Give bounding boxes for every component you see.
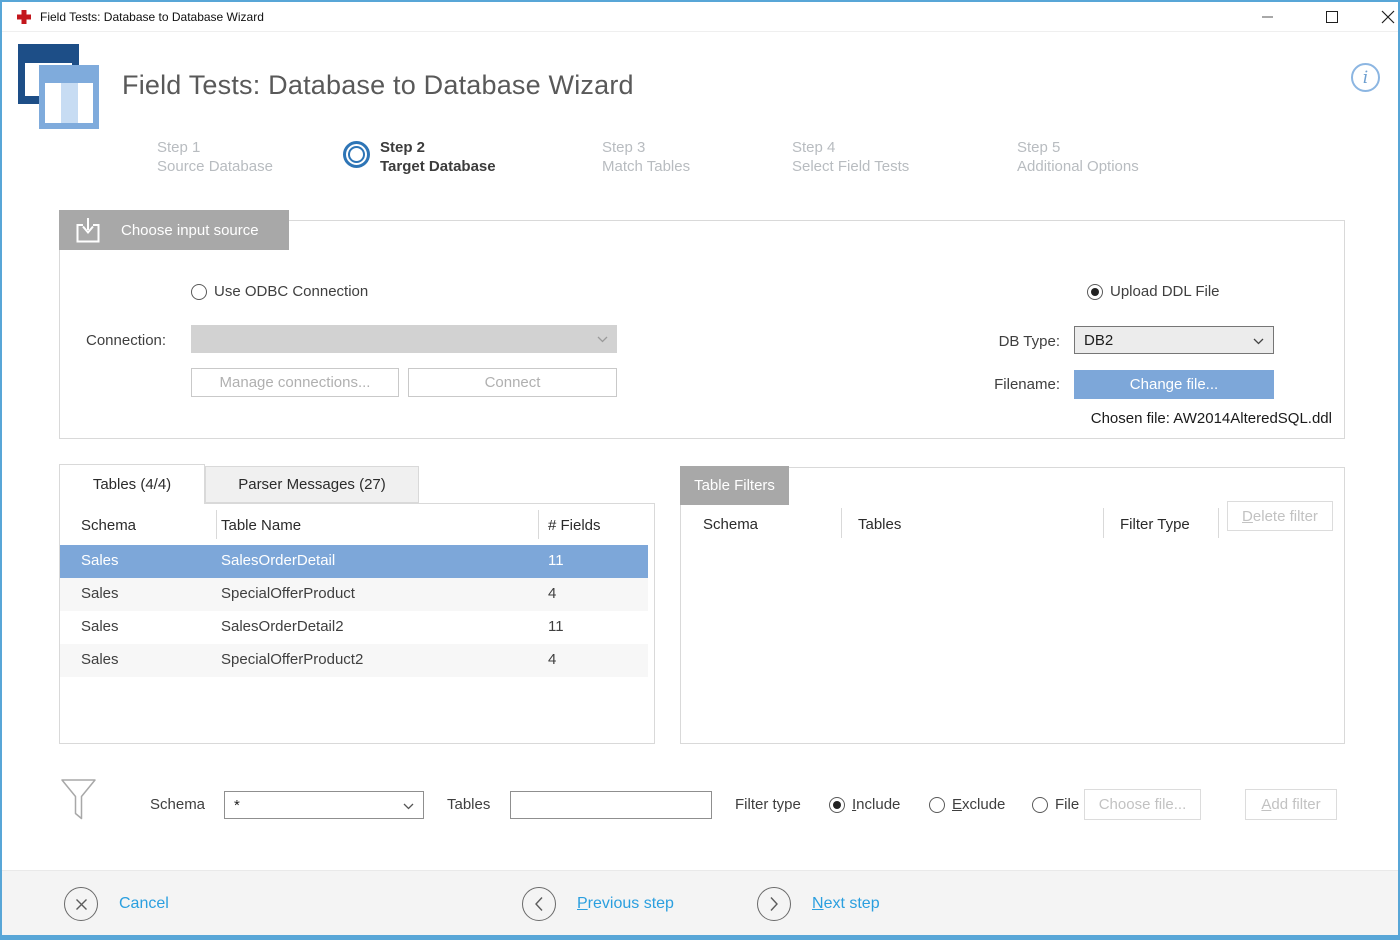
db-type-select[interactable]: DB2 (1074, 326, 1274, 354)
input-source-header: Choose input source (59, 210, 289, 250)
column-header-schema: Schema (81, 517, 136, 534)
radio-icon (829, 797, 845, 813)
tab-parser-messages[interactable]: Parser Messages (27) (205, 466, 419, 503)
column-header-filter-type: Filter Type (1120, 516, 1190, 533)
radio-icon (1032, 797, 1048, 813)
maximize-icon (1326, 11, 1338, 23)
change-file-button[interactable]: Change file... (1074, 370, 1274, 399)
next-step-button[interactable]: Next step (757, 887, 880, 921)
cancel-button[interactable]: Cancel (64, 887, 169, 921)
filter-schema-select[interactable]: * (224, 791, 424, 819)
chevron-down-icon (1253, 338, 1264, 345)
column-header-schema: Schema (703, 516, 758, 533)
footer-bar: Cancel Previous step Next step (2, 870, 1398, 937)
column-header-tables: Tables (858, 516, 901, 533)
filename-label: Filename: (964, 376, 1060, 393)
info-icon[interactable]: i (1351, 63, 1380, 92)
app-cross-icon (16, 9, 32, 25)
column-header-fields: # Fields (548, 517, 601, 534)
page-title: Field Tests: Database to Database Wizard (122, 70, 634, 101)
minimize-icon (1262, 16, 1273, 18)
step-1-source-database: Step 1Source Database (157, 138, 273, 176)
upload-ddl-file-radio[interactable]: Upload DDL File (1087, 283, 1220, 300)
filter-tables-input[interactable] (510, 791, 712, 819)
tables-list: Sales SalesOrderDetail 11 Sales SpecialO… (60, 545, 648, 677)
app-logo-icon (18, 44, 100, 130)
cancel-circle-x-icon (64, 887, 98, 921)
chevron-left-icon (522, 887, 556, 921)
connection-select[interactable] (191, 325, 617, 353)
table-filters-panel: Schema Tables Filter Type Delete filter (680, 467, 1345, 744)
radio-icon (929, 797, 945, 813)
step-3-match-tables: Step 3Match Tables (602, 138, 690, 176)
table-row[interactable]: Sales SalesOrderDetail2 11 (60, 611, 648, 644)
column-divider (841, 508, 842, 538)
close-button[interactable] (1365, 2, 1400, 32)
table-row[interactable]: Sales SpecialOfferProduct 4 (60, 578, 648, 611)
tables-panel: Schema Table Name # Fields Sales SalesOr… (59, 503, 655, 744)
db-type-label: DB Type: (979, 333, 1060, 350)
minimize-button[interactable] (1245, 2, 1290, 32)
window-title: Field Tests: Database to Database Wizard (40, 10, 264, 24)
column-divider (538, 510, 539, 539)
filter-tables-label: Tables (447, 796, 490, 813)
chevron-right-icon (757, 887, 791, 921)
delete-filter-button[interactable]: Delete filter (1227, 501, 1333, 531)
step-4-select-field-tests: Step 4Select Field Tests (792, 138, 909, 176)
filter-schema-label: Schema (150, 796, 205, 813)
app-window: Field Tests: Database to Database Wizard… (0, 0, 1400, 940)
choose-file-button[interactable]: Choose file... (1084, 789, 1201, 820)
radio-icon (191, 284, 207, 300)
maximize-button[interactable] (1309, 2, 1354, 32)
filter-file-radio[interactable]: File (1032, 796, 1079, 813)
column-divider (216, 510, 217, 539)
filter-exclude-radio[interactable]: Exclude (929, 796, 1005, 813)
use-odbc-connection-radio[interactable]: Use ODBC Connection (191, 283, 368, 300)
current-step-ring-icon (343, 141, 370, 168)
add-filter-button[interactable]: Add filter (1245, 789, 1337, 820)
funnel-icon (60, 778, 97, 825)
table-row[interactable]: Sales SpecialOfferProduct2 4 (60, 644, 648, 677)
chosen-file-text: Chosen file: AW2014AlteredSQL.ddl (1032, 410, 1332, 427)
chevron-down-icon (403, 803, 414, 810)
table-filters-header: Table Filters (680, 466, 789, 505)
connection-label: Connection: (86, 332, 166, 349)
filter-type-label: Filter type (735, 796, 801, 813)
column-divider (1103, 508, 1104, 538)
tab-tables[interactable]: Tables (4/4) (59, 464, 205, 504)
table-row[interactable]: Sales SalesOrderDetail 11 (60, 545, 648, 578)
step-2-target-database: Step 2Target Database (380, 138, 496, 176)
column-header-table-name: Table Name (221, 517, 301, 534)
filter-include-radio[interactable]: Include (829, 796, 900, 813)
download-icon (73, 217, 103, 244)
radio-icon (1087, 284, 1103, 300)
manage-connections-button[interactable]: Manage connections... (191, 368, 399, 397)
previous-step-button[interactable]: Previous step (522, 887, 674, 921)
chevron-down-icon (597, 336, 608, 343)
column-divider (1218, 508, 1219, 538)
titlebar: Field Tests: Database to Database Wizard (2, 2, 1398, 32)
step-5-additional-options: Step 5Additional Options (1017, 138, 1139, 176)
close-icon (1381, 10, 1395, 24)
connect-button[interactable]: Connect (408, 368, 617, 397)
